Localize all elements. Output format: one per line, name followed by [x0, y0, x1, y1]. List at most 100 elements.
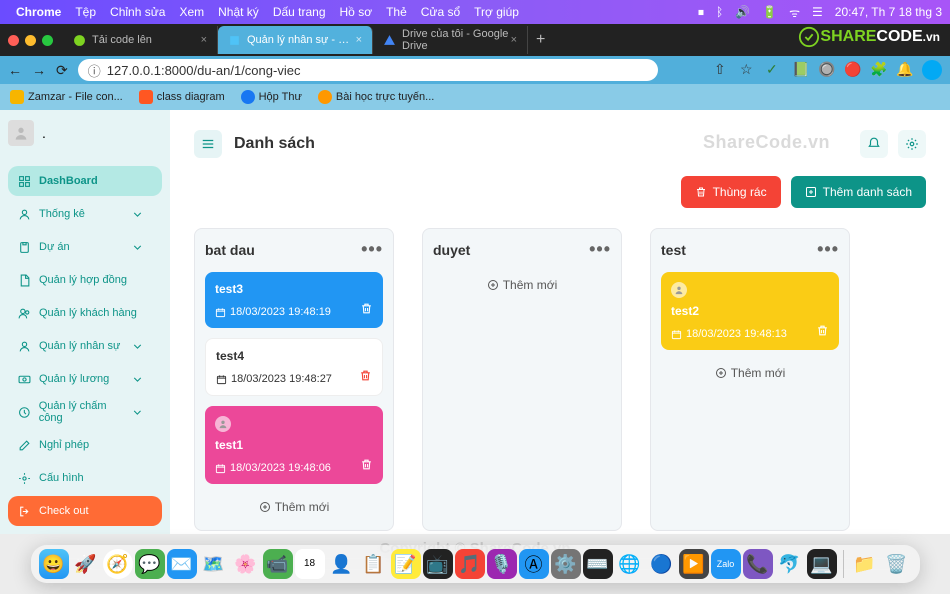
back-button[interactable]: ←: [8, 62, 22, 78]
appstore-icon[interactable]: Ⓐ: [519, 549, 549, 579]
window-maximize-icon[interactable]: [42, 35, 53, 46]
card-delete-button[interactable]: [816, 324, 829, 340]
finder-icon[interactable]: 😀: [39, 549, 69, 579]
profile-avatar[interactable]: [922, 60, 942, 80]
settings-button[interactable]: [898, 130, 926, 158]
menu-profile[interactable]: Hồ sơ: [340, 5, 373, 19]
trash-button[interactable]: Thùng rác: [681, 176, 781, 208]
bookmark-class-diagram[interactable]: class diagram: [139, 90, 225, 104]
tab-2[interactable]: Drive của tôi - Google Drive ×: [373, 26, 528, 54]
podcasts-icon[interactable]: 🎙️: [487, 549, 517, 579]
battery-icon[interactable]: 🔋: [762, 5, 777, 19]
wifi-icon[interactable]: ᯤ: [789, 4, 800, 21]
board-more-button[interactable]: •••: [817, 239, 839, 260]
toggle-sidebar-button[interactable]: [194, 130, 222, 158]
sidebar-item-9[interactable]: Cấu hình: [8, 463, 162, 493]
sidebar-item-5[interactable]: Quản lý nhân sự: [8, 331, 162, 361]
puzzle-icon[interactable]: 🧩: [870, 61, 888, 79]
viber-icon[interactable]: 📞: [743, 549, 773, 579]
card-delete-button[interactable]: [360, 302, 373, 318]
menu-file[interactable]: Tệp: [75, 5, 96, 19]
quicktime-icon[interactable]: ▶️: [679, 549, 709, 579]
sidebar-item-6[interactable]: Quản lý lương: [8, 364, 162, 394]
extension-icon-4[interactable]: 🔴: [844, 61, 862, 79]
control-center-icon[interactable]: ☰: [812, 5, 823, 19]
edge-icon[interactable]: 🌐: [615, 549, 645, 579]
screen-record-icon[interactable]: ⏹: [698, 5, 704, 20]
close-icon[interactable]: ×: [201, 34, 207, 46]
photos-icon[interactable]: 🌸: [231, 549, 261, 579]
calendar-icon[interactable]: 18: [295, 549, 325, 579]
window-minimize-icon[interactable]: [25, 35, 36, 46]
star-icon[interactable]: ☆: [740, 61, 758, 79]
card[interactable]: test318/03/2023 19:48:19: [205, 272, 383, 328]
tab-1[interactable]: Quản lý nhân sự - ScrumBoard ×: [218, 26, 373, 54]
menu-window[interactable]: Cửa sổ: [421, 5, 460, 19]
menu-view[interactable]: Xem: [179, 5, 204, 19]
menu-history[interactable]: Nhật ký: [218, 5, 259, 19]
extension-icon[interactable]: ✓: [766, 61, 784, 79]
facetime-icon[interactable]: 📹: [263, 549, 293, 579]
board-more-button[interactable]: •••: [589, 239, 611, 260]
music-icon[interactable]: 🎵: [455, 549, 485, 579]
bookmark-mail[interactable]: Hộp Thư: [241, 90, 302, 104]
maps-icon[interactable]: 🗺️: [199, 549, 229, 579]
tab-0[interactable]: Tải code lên ×: [63, 26, 218, 54]
ide-icon[interactable]: 💻: [807, 549, 837, 579]
add-card-button[interactable]: Thêm mới: [661, 360, 839, 386]
sidebar-item-7[interactable]: Quản lý chấm công: [8, 397, 162, 427]
sidebar-item-1[interactable]: Thống kê: [8, 199, 162, 229]
notification-icon[interactable]: 🔔: [896, 61, 914, 79]
menu-help[interactable]: Trợ giúp: [474, 5, 519, 19]
sidebar-item-0[interactable]: DashBoard: [8, 166, 162, 196]
safari-icon[interactable]: 🧭: [103, 549, 133, 579]
tv-icon[interactable]: 📺: [423, 549, 453, 579]
info-icon[interactable]: ⓘ: [88, 61, 101, 80]
url-field[interactable]: ⓘ 127.0.0.1:8000/du-an/1/cong-viec: [78, 59, 658, 81]
extension-icon-3[interactable]: 🔘: [818, 61, 836, 79]
add-card-button[interactable]: Thêm mới: [205, 494, 383, 520]
user-avatar[interactable]: .: [8, 120, 162, 166]
close-icon[interactable]: ×: [356, 34, 362, 46]
settings-icon[interactable]: ⚙️: [551, 549, 581, 579]
clock[interactable]: 20:47, Th 7 18 thg 3: [835, 5, 942, 19]
contacts-icon[interactable]: 👤: [327, 549, 357, 579]
zalo-icon[interactable]: Zalo: [711, 549, 741, 579]
volume-icon[interactable]: 🔊: [735, 5, 750, 19]
downloads-icon[interactable]: 📁: [850, 549, 880, 579]
share-icon[interactable]: ⇧: [714, 61, 732, 79]
terminal-icon[interactable]: ⌨️: [583, 549, 613, 579]
extension-icon-2[interactable]: 📗: [792, 61, 810, 79]
card[interactable]: test418/03/2023 19:48:27: [205, 338, 383, 396]
menu-edit[interactable]: Chỉnh sửa: [110, 5, 165, 19]
bluetooth-icon[interactable]: ᛒ: [716, 5, 723, 19]
sidebar-item-3[interactable]: Quản lý hợp đồng: [8, 265, 162, 295]
messages-icon[interactable]: 💬: [135, 549, 165, 579]
bookmark-lesson[interactable]: Bài học trực tuyến...: [318, 90, 434, 104]
mail-icon[interactable]: ✉️: [167, 549, 197, 579]
card-delete-button[interactable]: [360, 458, 373, 474]
forward-button[interactable]: →: [32, 62, 46, 78]
traffic-lights[interactable]: [8, 35, 53, 46]
add-list-button[interactable]: Thêm danh sách: [791, 176, 926, 208]
board-more-button[interactable]: •••: [361, 239, 383, 260]
sidebar-item-8[interactable]: Nghỉ phép: [8, 430, 162, 460]
sidebar-item-10[interactable]: Check out: [8, 496, 162, 526]
reload-button[interactable]: ⟳: [56, 62, 68, 79]
menu-bookmarks[interactable]: Dấu trang: [273, 5, 326, 19]
menu-tab[interactable]: Thẻ: [386, 5, 407, 19]
close-icon[interactable]: ×: [511, 34, 517, 46]
new-tab-button[interactable]: +: [528, 31, 553, 49]
sidebar-item-2[interactable]: Dự án: [8, 232, 162, 262]
reminders-icon[interactable]: 📋: [359, 549, 389, 579]
notification-button[interactable]: [860, 130, 888, 158]
sidebar-item-4[interactable]: Quản lý khách hàng: [8, 298, 162, 328]
card[interactable]: test118/03/2023 19:48:06: [205, 406, 383, 484]
notes-icon[interactable]: 📝: [391, 549, 421, 579]
trash-dock-icon[interactable]: 🗑️: [882, 549, 912, 579]
menu-app-name[interactable]: Chrome: [16, 5, 61, 19]
chrome-icon[interactable]: 🔵: [647, 549, 677, 579]
add-card-button[interactable]: Thêm mới: [433, 272, 611, 298]
launchpad-icon[interactable]: 🚀: [71, 549, 101, 579]
bookmark-zamzar[interactable]: Zamzar - File con...: [10, 90, 123, 104]
